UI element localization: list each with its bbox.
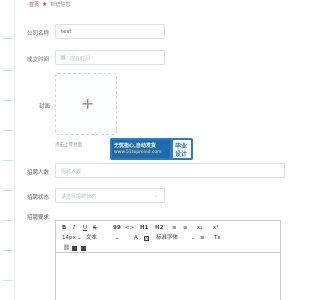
blockquote-button[interactable]: 99 xyxy=(113,225,121,232)
company-name-label: 公司名称 xyxy=(27,31,50,37)
superscript-button[interactable]: x² xyxy=(213,225,218,232)
underline-button[interactable]: U xyxy=(83,225,87,232)
bold-button[interactable]: B xyxy=(62,225,66,232)
sidebar-item[interactable] xyxy=(3,250,13,251)
font-family-select[interactable]: 标准字体 xyxy=(156,235,178,242)
recruit-count-input[interactable]: 招聘人数 xyxy=(55,163,285,178)
sidebar-item[interactable] xyxy=(3,190,13,191)
breadcrumb: 首页 ★ 新增信息 xyxy=(29,1,70,9)
video-icon[interactable] xyxy=(81,246,86,251)
breadcrumb-current: 新增信息 xyxy=(50,2,71,8)
plus-icon: + xyxy=(81,94,95,113)
watermark-line1: 无忧担心,自动发货 xyxy=(114,143,156,149)
bullet-list-button[interactable]: ≡ xyxy=(183,225,188,232)
watermark-left: 无忧担心,自动发货 www.51topmind.com xyxy=(112,140,170,158)
heading1-button[interactable]: H1 xyxy=(140,225,148,232)
italic-button[interactable]: I xyxy=(73,225,75,232)
font-color-button[interactable]: A xyxy=(134,235,138,242)
heading2-button[interactable]: H2 xyxy=(155,225,163,232)
background-color-button[interactable]: A xyxy=(145,235,148,242)
company-name-input[interactable]: test xyxy=(55,24,165,39)
established-placeholder: 成立时间 xyxy=(70,56,91,62)
ordered-list-button[interactable]: ≡ xyxy=(172,225,177,232)
company-name-value: test xyxy=(61,29,72,35)
align-button[interactable]: ≡ xyxy=(200,235,205,242)
sidebar-item[interactable] xyxy=(3,38,13,39)
watermark-url: www.51topmind.com xyxy=(114,150,162,155)
recruit-count-placeholder: 招聘人数 xyxy=(61,169,82,175)
sidebar-item[interactable] xyxy=(3,100,13,101)
chevron-down-icon: ⌄ xyxy=(191,235,196,241)
chevron-down-icon: ⌄ xyxy=(77,235,82,241)
recruit-status-label: 招聘状态 xyxy=(27,195,50,201)
cover-upload[interactable]: + xyxy=(55,73,117,135)
recruit-count-label: 招聘人数 xyxy=(27,170,50,176)
watermark-right: 毕业 设计 xyxy=(173,140,191,158)
sidebar-item[interactable] xyxy=(3,70,13,71)
sidebar-item[interactable] xyxy=(3,280,13,281)
recruit-status-select[interactable]: 请选择招聘状态 ⌄ xyxy=(55,188,165,203)
header-select[interactable]: 文本 xyxy=(86,235,97,242)
subscript-button[interactable]: x₂ xyxy=(197,225,202,232)
image-icon[interactable] xyxy=(72,246,77,251)
strike-button[interactable]: S xyxy=(93,225,97,232)
font-size-select[interactable]: 14px xyxy=(62,235,76,242)
upload-tip: 点击上传封面 xyxy=(55,143,82,148)
recruit-status-placeholder: 请选择招聘状态 xyxy=(61,194,97,200)
breadcrumb-home[interactable]: 首页 xyxy=(29,2,39,8)
chevron-down-icon: ⌄ xyxy=(153,192,159,199)
breadcrumb-bar: 首页 ★ 新增信息 xyxy=(15,0,300,10)
sidebar xyxy=(0,0,15,300)
calendar-icon: ▦ xyxy=(60,54,66,61)
star-icon: ★ xyxy=(42,1,48,8)
link-icon[interactable]: ⛓ xyxy=(63,245,70,252)
watermark-right-bottom: 设计 xyxy=(175,151,188,158)
sidebar-item[interactable] xyxy=(3,160,13,161)
code-block-button[interactable]: <> xyxy=(125,225,134,232)
requirements-label: 招聘要求 xyxy=(27,215,50,221)
established-label: 成立时间 xyxy=(27,57,50,63)
watermark-banner: 无忧担心,自动发货 www.51topmind.com 毕业 设计 xyxy=(110,138,193,160)
rich-text-editor[interactable]: B I U S 99 <> H1 H2 ≡ ≡ x₂ x² 14px ⌄ 文本 … xyxy=(55,220,281,300)
sidebar-item[interactable] xyxy=(3,220,13,221)
chevron-down-icon: ⌄ xyxy=(115,235,120,241)
editor-toolbar: B I U S 99 <> H1 H2 ≡ ≡ x₂ x² 14px ⌄ 文本 … xyxy=(56,221,280,253)
cover-label: 封面 xyxy=(39,104,51,110)
established-date-picker[interactable]: ▦ 成立时间 xyxy=(55,50,165,65)
sidebar-item[interactable] xyxy=(3,130,13,131)
clear-format-button[interactable]: Tx xyxy=(214,235,221,242)
